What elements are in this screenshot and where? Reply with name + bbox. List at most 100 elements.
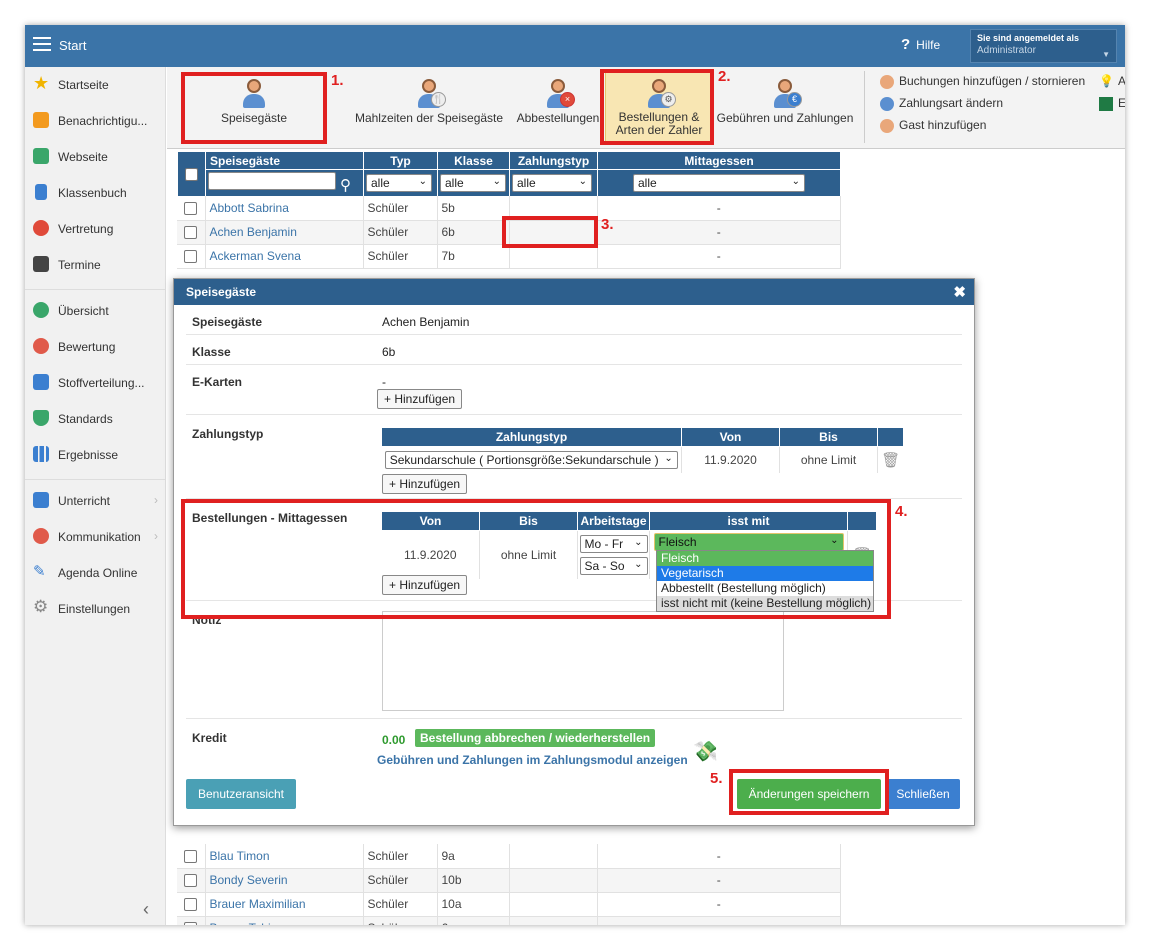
ribbon-link-a[interactable]: 💡 A xyxy=(1097,74,1125,96)
sidebar-item-kommunikation[interactable]: Kommunikation › xyxy=(25,525,166,549)
guest-name-link[interactable]: Blau Timon xyxy=(205,844,364,869)
person-euro-icon: € xyxy=(770,79,802,109)
sidebar-item-einstellungen[interactable]: ⚙ Einstellungen xyxy=(25,597,166,621)
payment-type-select[interactable]: Sekundarschule ( Portionsgröße:Sekundars… xyxy=(384,450,678,469)
guest-name-link[interactable]: Achen Benjamin xyxy=(205,220,364,245)
row-checkbox[interactable] xyxy=(184,922,198,925)
guest-lunch: - xyxy=(597,892,841,917)
add-ekarte-button[interactable]: + Hinzufügen xyxy=(377,389,463,409)
sidebar-item-label: Stoffverteilung... xyxy=(58,376,145,390)
sidebar-item-startseite[interactable]: ★ Startseite xyxy=(25,73,166,97)
guest-table-header: Speisegäste Typ Klasse Zahlungstyp Mitta… xyxy=(177,151,841,197)
ribbon-label: Abbestellungen xyxy=(516,111,600,125)
select-all-cell xyxy=(177,151,206,197)
sidebar-item-uebersicht[interactable]: Übersicht xyxy=(25,299,166,323)
typ-filter-select[interactable]: alle ⌄ xyxy=(366,174,432,192)
table-row[interactable]: Bondy Severin Schüler 10b - xyxy=(177,868,841,893)
col-klasse[interactable]: Klasse xyxy=(437,151,510,170)
home-icon xyxy=(33,148,49,164)
table-row[interactable]: Brauer Tobias Schüler 6a - xyxy=(177,916,841,925)
field-label: Klasse xyxy=(192,345,231,359)
sidebar-item-stoffverteilung[interactable]: Stoffverteilung... xyxy=(25,371,166,395)
guest-name-link[interactable]: Ackerman Svena xyxy=(205,244,364,269)
guest-payment-type xyxy=(509,868,598,893)
ribbon-gebuehren-button[interactable]: € Gebühren und Zahlungen xyxy=(715,67,855,149)
zahlungstyp-filter-select[interactable]: alle ⌄ xyxy=(512,174,592,192)
zahlungsart-link[interactable]: Zahlungsart ändern xyxy=(878,96,1085,118)
name-filter-input[interactable] xyxy=(208,172,336,190)
collapse-sidebar-icon[interactable]: ‹ xyxy=(143,899,149,920)
chevron-right-icon: › xyxy=(154,493,158,507)
guest-type: Schüler xyxy=(363,868,438,893)
col-zahlungstyp[interactable]: Zahlungstyp xyxy=(509,151,598,170)
ribbon-abbestellungen-button[interactable]: × Abbestellungen xyxy=(515,67,601,149)
guest-lunch: - xyxy=(597,220,841,245)
table-row[interactable]: Blau Timon Schüler 9a - xyxy=(177,844,841,869)
person-swap-icon xyxy=(880,97,894,111)
gast-hinzufuegen-link[interactable]: Gast hinzufügen xyxy=(878,118,1085,140)
help-button[interactable]: ? Hilfe xyxy=(901,36,940,53)
row-checkbox[interactable] xyxy=(184,898,198,912)
search-icon[interactable]: ⚲ xyxy=(340,177,351,194)
sidebar-item-termine[interactable]: Termine xyxy=(25,253,166,277)
col-speisegaeste[interactable]: Speisegäste xyxy=(205,151,364,170)
guest-name-link[interactable]: Brauer Maximilian xyxy=(205,892,364,917)
guest-name-link[interactable]: Brauer Tobias xyxy=(205,916,364,925)
guest-lunch: - xyxy=(597,868,841,893)
sidebar-item-vertretung[interactable]: Vertretung xyxy=(25,217,166,241)
guest-class: 6b xyxy=(437,220,510,245)
chevron-down-icon: ▼ xyxy=(1102,50,1110,59)
excel-icon xyxy=(1099,97,1113,111)
guest-name-link[interactable]: Abbott Sabrina xyxy=(205,196,364,221)
close-icon[interactable]: ✖ xyxy=(953,283,966,301)
sidebar-item-bewertung[interactable]: Bewertung xyxy=(25,335,166,359)
select-all-checkbox[interactable] xyxy=(185,168,198,182)
user-swap-icon xyxy=(33,220,49,236)
col-typ[interactable]: Typ xyxy=(363,151,438,170)
sidebar-item-agenda[interactable]: ✎ Agenda Online xyxy=(25,561,166,585)
row-checkbox[interactable] xyxy=(184,849,198,863)
trash-icon[interactable]: 🗑 xyxy=(881,452,900,469)
buchungen-link[interactable]: Buchungen hinzufügen / stornieren xyxy=(878,74,1085,96)
benutzeransicht-button[interactable]: Benutzeransicht xyxy=(186,779,296,809)
guest-name-value: Achen Benjamin xyxy=(382,315,470,329)
sidebar-item-webseite[interactable]: Webseite xyxy=(25,145,166,169)
sidebar-item-label: Ergebnisse xyxy=(58,448,119,462)
row-checkbox[interactable] xyxy=(184,250,198,264)
cancel-order-button[interactable]: Bestellung abbrechen / wiederherstellen xyxy=(415,729,656,747)
app-title[interactable]: Start xyxy=(59,38,86,53)
guest-type: Schüler xyxy=(363,916,438,925)
add-payment-type-button[interactable]: + Hinzufügen xyxy=(382,474,468,494)
sidebar-item-label: Kommunikation xyxy=(58,530,141,544)
sidebar-item-unterricht[interactable]: Unterricht › xyxy=(25,489,166,513)
ribbon-mahlzeiten-button[interactable]: 🍴 Mahlzeiten der Speisegäste xyxy=(353,67,505,149)
guest-name-link[interactable]: Bondy Severin xyxy=(205,868,364,893)
sidebar-item-klassenbuch[interactable]: Klassenbuch xyxy=(25,181,166,205)
sidebar-item-benachrichtigungen[interactable]: Benachrichtigu... xyxy=(25,109,166,133)
menu-icon[interactable] xyxy=(33,37,51,51)
row-checkbox[interactable] xyxy=(184,874,198,888)
guest-lunch: - xyxy=(597,916,841,925)
guest-class: 10b xyxy=(437,868,510,893)
sidebar-item-ergebnisse[interactable]: Ergebnisse xyxy=(25,443,166,467)
guest-class: 9a xyxy=(437,844,510,869)
user-menu[interactable]: Sie sind angemeldet als Administrator ▼ xyxy=(970,29,1117,63)
step-marker-4: 4. xyxy=(895,503,908,520)
step-marker-3: 3. xyxy=(601,216,614,233)
highlight-box-4 xyxy=(181,499,891,619)
ekarten-value: - xyxy=(382,375,386,389)
payments-link[interactable]: Gebühren und Zahlungen im Zahlungsmodul … xyxy=(377,753,688,767)
klasse-filter-select[interactable]: alle ⌄ xyxy=(440,174,506,192)
ribbon-link-e[interactable]: E xyxy=(1097,96,1125,118)
sidebar-item-standards[interactable]: Standards xyxy=(25,407,166,431)
table-row[interactable]: Brauer Maximilian Schüler 10a - xyxy=(177,892,841,917)
ribbon-action-list-2: 💡 A E xyxy=(1097,74,1125,118)
sidebar-item-label: Bewertung xyxy=(58,340,116,354)
col-mittagessen[interactable]: Mittagessen xyxy=(597,151,841,170)
close-button[interactable]: Schließen xyxy=(886,779,960,809)
sidebar-item-label: Agenda Online xyxy=(58,566,138,580)
row-checkbox[interactable] xyxy=(184,226,198,240)
row-checkbox[interactable] xyxy=(184,201,198,215)
notiz-textarea[interactable] xyxy=(382,611,784,711)
mittagessen-filter-select[interactable]: alle ⌄ xyxy=(633,174,805,192)
